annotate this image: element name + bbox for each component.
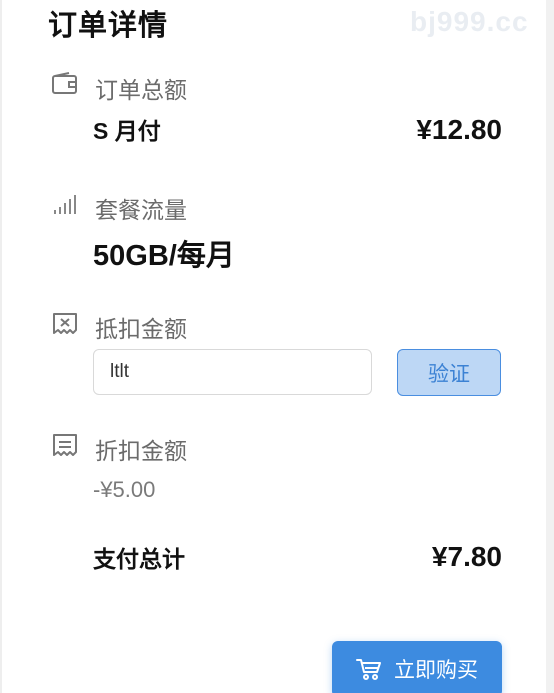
deduction-label: 抵扣金额 [95, 316, 187, 342]
verify-button[interactable]: 验证 [397, 349, 501, 396]
discount-value: -¥5.00 [93, 477, 156, 502]
page-title: 订单详情 [48, 10, 169, 42]
coupon-code-input[interactable] [93, 349, 372, 395]
order-total-label: 订单总额 [95, 77, 187, 103]
buy-now-button[interactable]: 立即购买 [332, 641, 502, 693]
plan-name: S 月付 [93, 118, 161, 144]
receipt-icon [50, 430, 80, 460]
signal-bars-icon [50, 189, 80, 219]
plan-price: ¥12.80 [416, 114, 502, 145]
scrollbar-track[interactable] [546, 0, 554, 693]
traffic-label: 套餐流量 [95, 197, 187, 223]
total-label: 支付总计 [93, 546, 185, 572]
order-details-panel: 订单详情 bj999.cc 订单总额 S 月付 ¥12.80 套餐流量 50GB… [0, 0, 554, 693]
left-edge [0, 0, 2, 693]
watermark: bj999.cc [410, 6, 529, 37]
cart-icon [356, 657, 382, 681]
traffic-value: 50GB/每月 [93, 240, 235, 272]
buy-now-label: 立即购买 [394, 659, 478, 682]
total-value: ¥7.80 [431, 541, 502, 572]
discount-label: 折扣金额 [95, 438, 187, 464]
coupon-icon [50, 308, 80, 338]
wallet-icon [50, 69, 80, 99]
